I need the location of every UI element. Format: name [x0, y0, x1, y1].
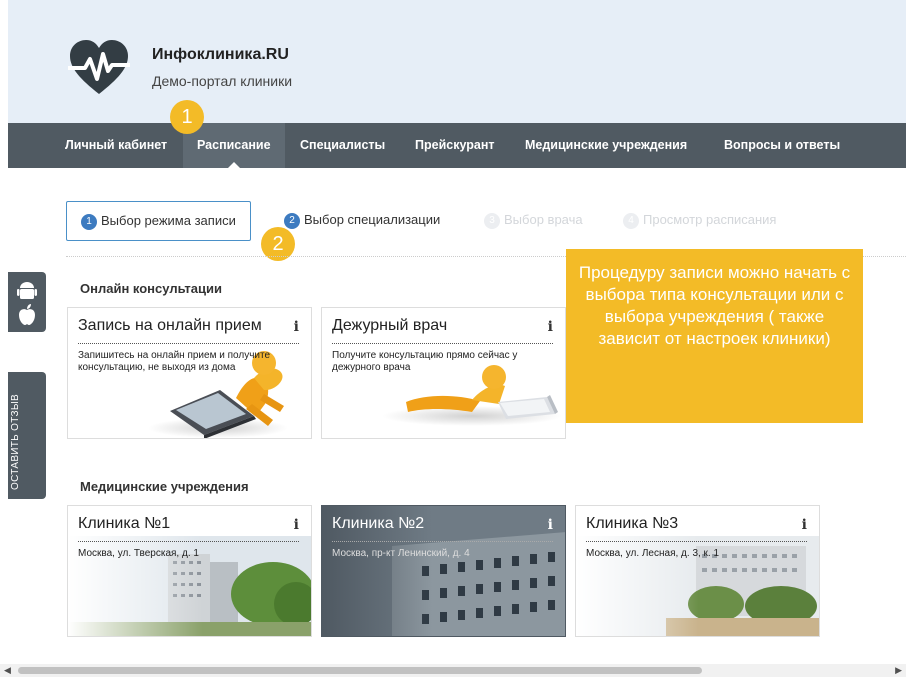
site-header	[8, 0, 906, 123]
nav-item-specialists[interactable]: Специалисты	[300, 123, 385, 168]
card-title: Дежурный врач	[332, 317, 448, 334]
clinics-section-title: Медицинские учреждения	[80, 479, 249, 494]
step-schedule: 4 Просмотр расписания	[623, 201, 776, 241]
step-label: Выбор специализации	[304, 212, 441, 227]
card-clinic-2[interactable]: Клиника №2 i Москва, пр-кт Ленинский, д.…	[321, 505, 566, 637]
online-section-title: Онлайн консультации	[80, 281, 223, 296]
android-icon[interactable]	[17, 282, 37, 299]
card-description: Москва, пр-кт Ленинский, д. 4	[332, 548, 470, 559]
nav-item-prices[interactable]: Прейскурант	[415, 123, 495, 168]
card-online-appointment[interactable]: Запись на онлайн прием i Запишитесь на о…	[67, 307, 312, 439]
step-number: 2	[284, 213, 300, 229]
divider	[332, 343, 553, 344]
divider	[78, 541, 299, 542]
card-duty-doctor[interactable]: Дежурный врач i Получите консультацию пр…	[321, 307, 566, 439]
step-label: Просмотр расписания	[643, 212, 777, 227]
callout-number-1: 1	[170, 100, 204, 134]
card-description: Москва, ул. Лесная, д. 3, к. 1	[586, 548, 720, 559]
card-title: Клиника №1	[78, 515, 171, 532]
nav-item-cabinet[interactable]: Личный кабинет	[65, 123, 167, 168]
info-icon[interactable]: i	[802, 517, 807, 533]
hint-tooltip: Процедуру записи можно начать с выбора т…	[566, 249, 863, 423]
scroll-left-arrow-icon[interactable]: ◀	[4, 665, 11, 676]
scroll-right-arrow-icon[interactable]: ▶	[895, 665, 902, 676]
step-mode[interactable]: 1 Выбор режима записи	[66, 201, 251, 241]
app-window: Инфоклиника.RU Демо-портал клиники Личны…	[0, 0, 906, 677]
info-icon[interactable]: i	[548, 319, 553, 335]
step-number: 1	[81, 214, 97, 230]
info-icon[interactable]: i	[294, 517, 299, 533]
step-number: 3	[484, 213, 500, 229]
main-nav: Личный кабинет Расписание Специалисты Пр…	[8, 123, 906, 169]
card-description: Москва, ул. Тверская, д. 1	[78, 548, 199, 559]
step-label: Выбор режима записи	[101, 213, 236, 228]
nav-item-faq[interactable]: Вопросы и ответы	[724, 123, 840, 168]
mobile-apps-tab[interactable]	[8, 272, 46, 332]
feedback-label: ОСТАВИТЬ ОТЗЫВ	[10, 394, 21, 490]
card-title: Запись на онлайн прием	[78, 317, 262, 334]
nav-item-institutions[interactable]: Медицинские учреждения	[525, 123, 687, 168]
card-title: Клиника №3	[586, 515, 679, 532]
step-label: Выбор врача	[504, 212, 583, 227]
active-caret-icon	[226, 162, 241, 169]
card-description: Получите консультацию прямо сейчас у деж…	[332, 350, 518, 373]
apple-icon[interactable]	[19, 304, 35, 325]
info-icon[interactable]: i	[294, 319, 299, 335]
step-doctor: 3 Выбор врача	[484, 201, 583, 241]
card-clinic-1[interactable]: Клиника №1 i Москва, ул. Тверская, д. 1	[67, 505, 312, 637]
step-number: 4	[623, 213, 639, 229]
brand-title[interactable]: Инфоклиника.RU	[152, 46, 289, 64]
horizontal-scrollbar[interactable]: ◀ ▶	[0, 664, 906, 677]
info-icon[interactable]: i	[548, 517, 553, 533]
nav-item-label: Расписание	[197, 138, 271, 152]
brand-subtitle: Демо-портал клиники	[152, 73, 293, 89]
step-specialization[interactable]: 2 Выбор специализации	[284, 201, 440, 241]
booking-steps: 1 Выбор режима записи 2 Выбор специализаци…	[66, 201, 906, 241]
heart-pulse-icon[interactable]	[66, 38, 132, 98]
divider	[586, 541, 807, 542]
divider	[332, 541, 553, 542]
card-clinic-3[interactable]: Клиника №3 i Москва, ул. Лесная, д. 3, к…	[575, 505, 820, 637]
card-title: Клиника №2	[332, 515, 425, 532]
scroll-thumb[interactable]	[18, 667, 702, 674]
card-description: Запишитесь на онлайн прием и получите ко…	[78, 350, 271, 373]
divider	[78, 343, 299, 344]
